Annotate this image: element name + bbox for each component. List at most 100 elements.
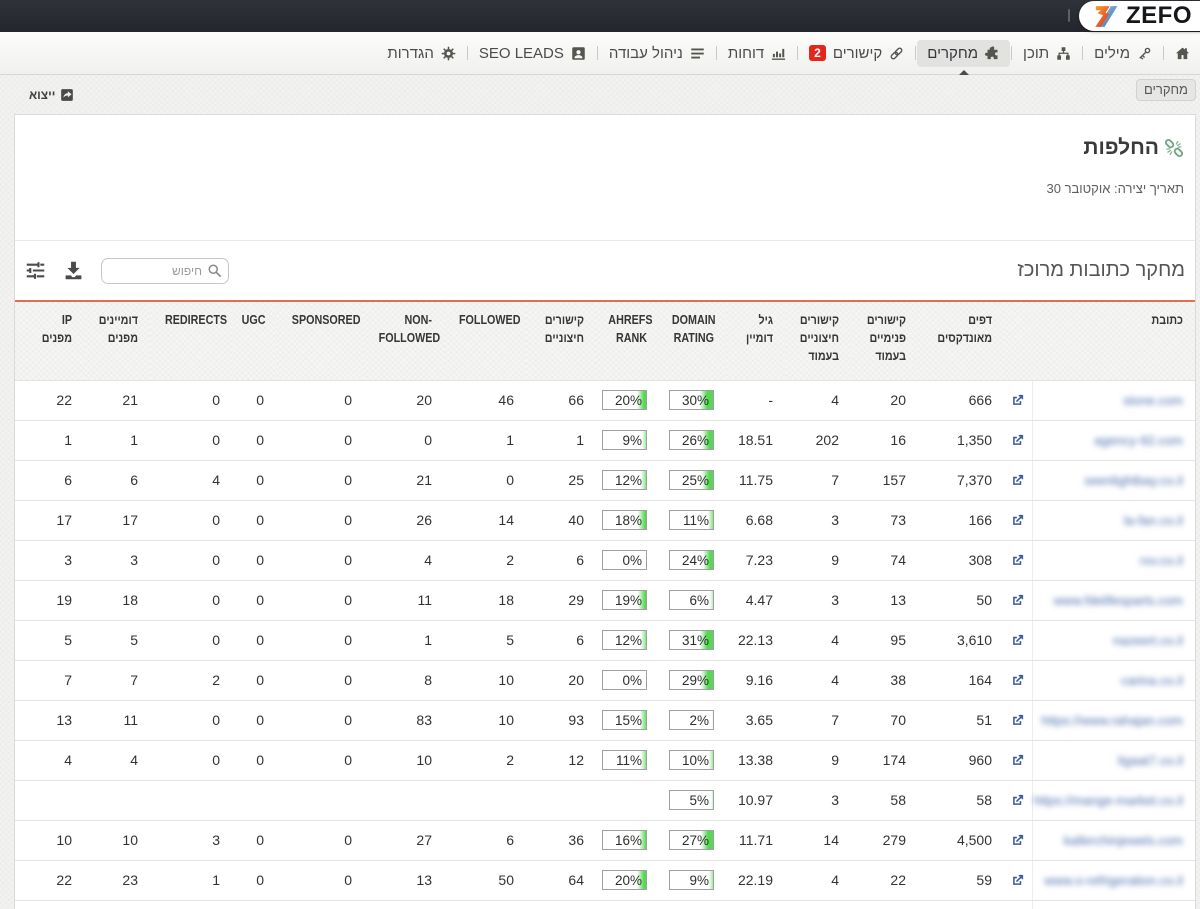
cell-referring_ips: 7	[27, 660, 84, 701]
nav-item-label: ניהול עבודה	[608, 44, 683, 62]
cell-sponsored: 0	[276, 700, 364, 741]
column-header-domain_age[interactable]: גיל דומיין	[726, 302, 785, 381]
cell-referring_domains: 11	[84, 700, 150, 741]
external-link-icon[interactable]	[1010, 713, 1025, 728]
nav-item-settings[interactable]: הגדרות	[377, 40, 465, 67]
cell-open-link	[1004, 900, 1032, 909]
cell-sponsored: 0	[276, 740, 364, 781]
filter-button[interactable]	[25, 260, 46, 281]
cell-external_links_on_page: 4	[785, 620, 851, 661]
nav-item-home[interactable]	[1165, 40, 1200, 67]
cell-followed: 14	[444, 500, 526, 541]
bar-chart-icon	[772, 48, 786, 60]
column-header-ahrefs_rank[interactable]: AHREFS RANK	[596, 302, 659, 381]
cell-indexed_pages: 308	[918, 540, 1004, 581]
export-button[interactable]: ייצוא	[29, 88, 74, 102]
blurred-url-link[interactable]: la-fan.co.il	[1124, 513, 1183, 528]
blurred-url-link[interactable]: carina.co.il	[1121, 673, 1183, 688]
domain_rating-badge: 27%	[669, 830, 714, 850]
blurred-url-link[interactable]: www.fdelifesparts.com	[1054, 593, 1183, 608]
column-header-non_followed[interactable]: NON- FOLLOWED	[364, 302, 444, 381]
external-link-icon[interactable]	[1010, 793, 1025, 808]
column-header-internal_links_on_page[interactable]: קישורים פנימיים בעמוד	[851, 302, 918, 381]
cell-redirects: 0	[150, 540, 232, 581]
cell-open-link	[1004, 740, 1032, 781]
cell-domain_rating: 11%	[659, 500, 726, 541]
external-link-icon[interactable]	[1010, 393, 1025, 408]
ahrefs_rank-badge: 12%	[602, 630, 647, 650]
external-link-icon[interactable]	[1010, 873, 1025, 888]
nav-item-label: SEO LEADS	[478, 44, 564, 62]
blurred-url-link[interactable]: www.o-refrigeration.co.il	[1044, 873, 1183, 888]
brand-logo[interactable]: ZEFO	[1079, 1, 1200, 31]
cell-indexed_pages: 59	[918, 860, 1004, 901]
cell-ugc	[232, 780, 276, 821]
external-link-icon[interactable]	[1010, 513, 1025, 528]
breadcrumb[interactable]: מחקרים	[1135, 79, 1196, 102]
cell-external_links_on_page: 3	[785, 500, 851, 541]
cell-referring_domains: 3	[84, 540, 150, 581]
nav-item-words[interactable]: מילים	[1084, 40, 1162, 67]
cell-cutoff	[15, 700, 27, 741]
blurred-url-link[interactable]: ligaat7.co.il	[1118, 753, 1183, 768]
download-button[interactable]	[63, 260, 84, 281]
cell-ahrefs_rank: 20%	[596, 860, 659, 901]
external-link-icon[interactable]	[1010, 433, 1025, 448]
cell-indexed_pages: 164	[918, 660, 1004, 701]
blurred-url-link[interactable]: stone.com	[1123, 393, 1183, 408]
cell-indexed_pages	[918, 900, 1004, 909]
cell-ahrefs_rank: 16%	[596, 820, 659, 861]
cell-referring_ips: 13	[27, 700, 84, 741]
nav-separator	[1163, 46, 1164, 60]
nav-item-label: הגדרות	[387, 44, 434, 62]
external-link-icon[interactable]	[1010, 553, 1025, 568]
column-header-external_links_on_page[interactable]: קישורים חיצוניים בעמוד	[785, 302, 851, 381]
blurred-url-link[interactable]: https://mange-market.co.il	[1033, 793, 1183, 808]
column-header-indexed_pages[interactable]: דפים מאונדקסים	[918, 302, 1004, 381]
blurred-url-link[interactable]: nazeert.co.il	[1113, 633, 1183, 648]
cell-redirects: 3	[150, 820, 232, 861]
column-header-sponsored[interactable]: SPONSORED	[276, 302, 364, 381]
blurred-url-link[interactable]: https://www.rahajan.com	[1041, 713, 1183, 728]
external-link-icon[interactable]	[1010, 473, 1025, 488]
cell-indexed_pages: 50	[918, 580, 1004, 621]
external-link-icon[interactable]	[1010, 593, 1025, 608]
column-header-followed[interactable]: FOLLOWED	[444, 302, 526, 381]
column-header-ugc[interactable]: UGC	[232, 302, 276, 381]
blurred-url-link[interactable]: agency-92.com	[1094, 433, 1183, 448]
cell-external_links: 29	[526, 580, 596, 621]
cell-external_links: 93	[526, 700, 596, 741]
external-link-icon[interactable]	[1010, 633, 1025, 648]
external-link-icon[interactable]	[1010, 753, 1025, 768]
nav-item-work-management[interactable]: ניהול עבודה	[599, 40, 715, 67]
cell-domain_rating: 31%	[659, 620, 726, 661]
blurred-url-link[interactable]: seenlightbay.co.il	[1084, 473, 1183, 488]
cell-sponsored: 0	[276, 820, 364, 861]
column-header-referring_domains[interactable]: דומיינים מפנים	[84, 302, 150, 381]
external-link-icon[interactable]	[1010, 673, 1025, 688]
cell-sponsored: 0	[276, 500, 364, 541]
table-row: stone.com 666 20 4-30% 20% 66 46 20 0 0 0 21 22	[15, 380, 1195, 421]
ahrefs_rank-badge: 15%	[602, 710, 647, 730]
column-header-url[interactable]: כתובת	[1032, 302, 1195, 381]
cell-followed: 18	[444, 580, 526, 621]
nav-item-seo-leads[interactable]: SEO LEADS	[469, 40, 596, 67]
column-header-external_links[interactable]: קישורים חיצוניים	[526, 302, 596, 381]
external-link-icon[interactable]	[1010, 833, 1025, 848]
cell-internal_links_on_page: 20	[851, 380, 918, 421]
ahrefs_rank-badge: 9%	[602, 430, 647, 450]
column-header-redirects[interactable]: REDIRECTS	[150, 302, 232, 381]
column-header-domain_rating[interactable]: DOMAIN RATING	[659, 302, 726, 381]
nav-item-research[interactable]: מחקרים	[917, 39, 1011, 67]
cell-url: rxv.co.il	[1031, 540, 1195, 581]
blurred-url-link[interactable]: kallerchinjewels.com	[1064, 833, 1183, 848]
cell-domain_rating: 30%	[659, 380, 726, 421]
nav-item-reports[interactable]: דוחות	[718, 40, 796, 67]
blurred-url-link[interactable]: rxv.co.il	[1140, 553, 1183, 568]
cell-open-link	[1004, 500, 1032, 541]
research-table-wrap: כתובת דפים מאונדקסים קישורים פנימיים בעמוד קיש…	[15, 300, 1195, 909]
cell-domain_rating	[659, 900, 726, 909]
nav-item-links[interactable]: קישורים 2	[799, 39, 914, 67]
column-header-referring_ips[interactable]: IP מפנים	[27, 302, 84, 381]
nav-item-content[interactable]: תוכן	[1013, 40, 1081, 67]
